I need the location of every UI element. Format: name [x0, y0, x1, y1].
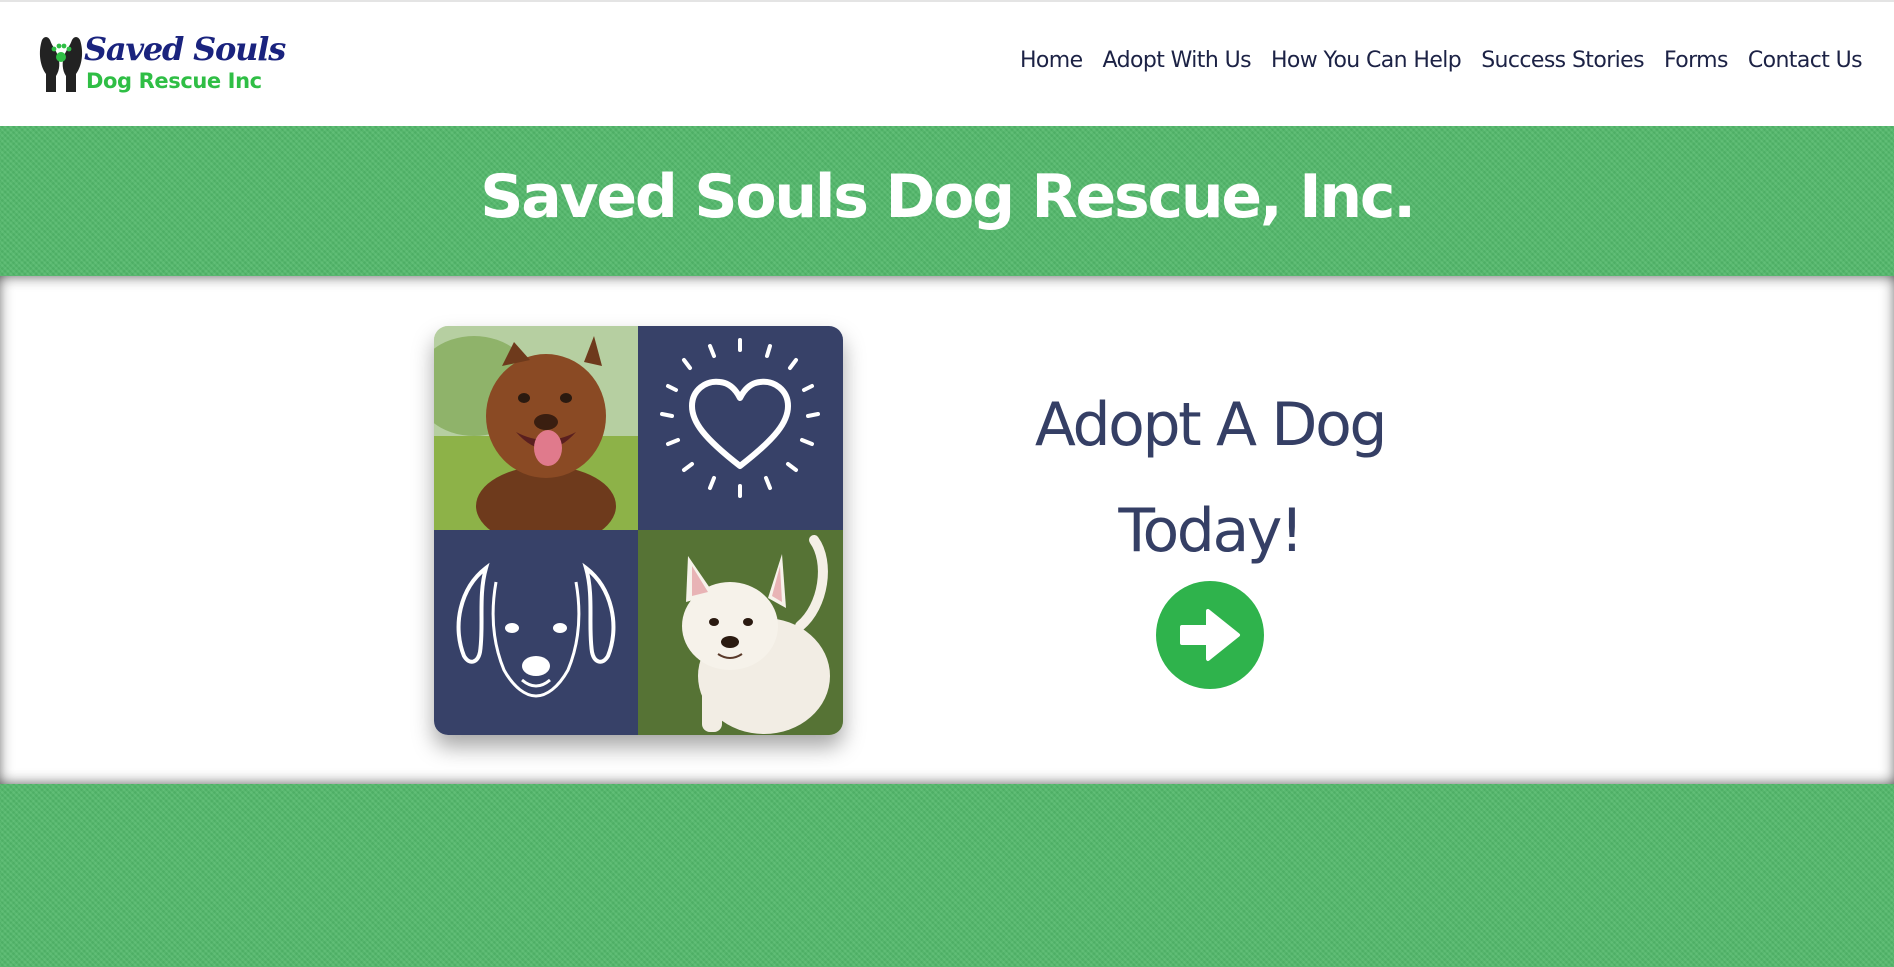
adopt-heading-line2: Today! — [1118, 496, 1304, 566]
nav-how-you-can-help[interactable]: How You Can Help — [1271, 48, 1462, 73]
nav-home[interactable]: Home — [1020, 48, 1083, 73]
nav-contact-us[interactable]: Contact Us — [1748, 48, 1863, 73]
nav-forms[interactable]: Forms — [1664, 48, 1728, 73]
hero-band: Saved Souls Dog Rescue, Inc. — [0, 126, 1894, 276]
brown-dog-photo — [434, 326, 638, 546]
hands-paw-icon — [39, 37, 83, 92]
white-dog-photo — [638, 530, 843, 735]
site-header: Saved Souls Dog Rescue Inc Home Adopt Wi… — [0, 2, 1894, 126]
adopt-panel — [0, 276, 1894, 784]
saved-souls-logo: Saved Souls Dog Rescue Inc — [39, 30, 286, 93]
hero-title: Saved Souls Dog Rescue, Inc. — [480, 162, 1416, 232]
adopt-collage-image[interactable] — [434, 326, 843, 735]
arrow-right-icon — [1180, 609, 1240, 661]
site-logo[interactable]: Saved Souls Dog Rescue Inc — [36, 26, 286, 98]
adopt-cta: Adopt A Dog Today! — [980, 372, 1440, 584]
adopt-arrow-button[interactable] — [1156, 581, 1264, 689]
nav-adopt-with-us[interactable]: Adopt With Us — [1103, 48, 1252, 73]
svg-text:Dog Rescue Inc: Dog Rescue Inc — [86, 69, 262, 93]
heart-icon — [638, 326, 843, 530]
footer-band — [0, 784, 1894, 967]
nav-success-stories[interactable]: Success Stories — [1481, 48, 1644, 73]
svg-text:Saved Souls: Saved Souls — [84, 30, 286, 68]
dog-face-icon — [434, 530, 638, 735]
main-nav: Home Adopt With Us How You Can Help Succ… — [1000, 48, 1863, 73]
adopt-heading-line1: Adopt A Dog — [1034, 390, 1388, 460]
